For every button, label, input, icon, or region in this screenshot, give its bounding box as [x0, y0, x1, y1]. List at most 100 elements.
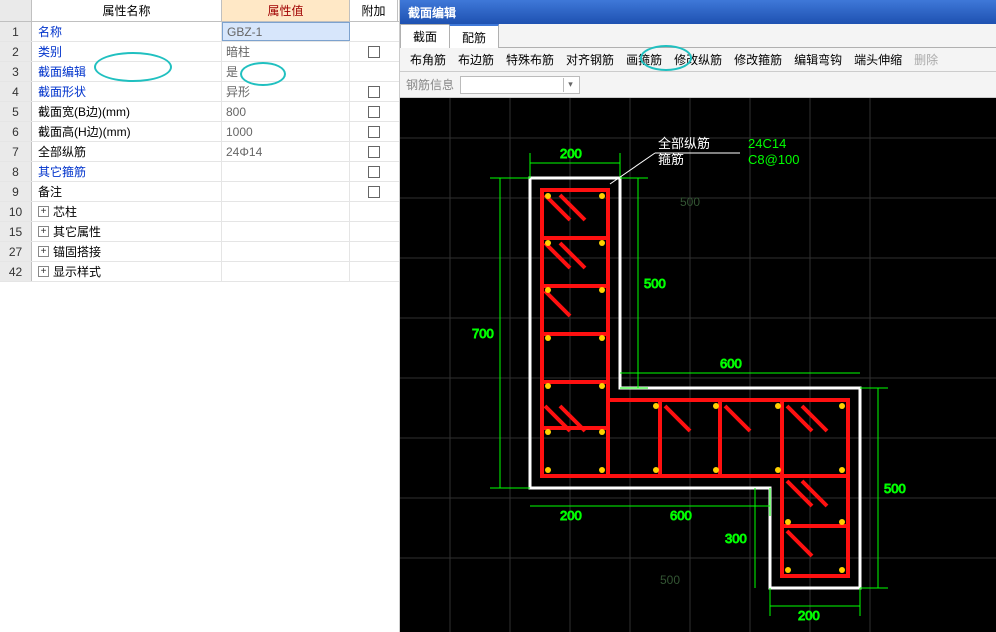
prop-value[interactable] — [222, 262, 350, 281]
tool-end-extend[interactable]: 端头伸缩 — [854, 51, 902, 68]
row-number: 27 — [0, 242, 32, 261]
prop-value[interactable]: 是 — [222, 62, 350, 81]
svg-text:24C14: 24C14 — [748, 136, 786, 151]
prop-name: 截面形状 — [32, 82, 222, 101]
property-row[interactable]: 5截面宽(B边)(mm)800 — [0, 102, 399, 122]
tool-corner-bar[interactable]: 布角筋 — [410, 51, 446, 68]
prop-name: 类别 — [32, 42, 222, 61]
prop-extra — [350, 242, 398, 261]
checkbox[interactable] — [368, 186, 380, 198]
faint-dim-b: 500 — [660, 573, 680, 587]
prop-extra — [350, 222, 398, 241]
col-name-header: 属性名称 — [32, 0, 222, 21]
property-row[interactable]: 8其它箍筋 — [0, 162, 399, 182]
property-row[interactable]: 10+芯柱 — [0, 202, 399, 222]
checkbox[interactable] — [368, 126, 380, 138]
prop-value[interactable]: 800 — [222, 102, 350, 121]
prop-name: 全部纵筋 — [32, 142, 222, 161]
prop-extra — [350, 62, 398, 81]
checkbox[interactable] — [368, 46, 380, 58]
section-canvas[interactable]: 200 500 600 700 200 600 300 — [400, 98, 996, 632]
svg-text:600: 600 — [720, 356, 742, 371]
rebar-info-label: 钢筋信息 — [406, 76, 454, 93]
prop-name: 备注 — [32, 182, 222, 201]
prop-value[interactable]: GBZ-1 — [222, 22, 350, 41]
property-row[interactable]: 4截面形状异形 — [0, 82, 399, 102]
tool-draw-stirrup[interactable]: 画箍筋 — [626, 51, 662, 68]
property-row[interactable]: 6截面高(H边)(mm)1000 — [0, 122, 399, 142]
svg-text:300: 300 — [725, 531, 747, 546]
checkbox[interactable] — [368, 146, 380, 158]
prop-extra — [350, 142, 398, 161]
faint-dim-a: 500 — [680, 195, 700, 209]
prop-value[interactable] — [222, 202, 350, 221]
svg-text:全部纵筋: 全部纵筋 — [658, 136, 710, 151]
prop-name: +显示样式 — [32, 262, 222, 281]
checkbox[interactable] — [368, 106, 380, 118]
tool-modify-stirrup[interactable]: 修改箍筋 — [734, 51, 782, 68]
row-number: 2 — [0, 42, 32, 61]
property-row[interactable]: 42+显示样式 — [0, 262, 399, 282]
hooks — [545, 195, 827, 556]
tool-edge-bar[interactable]: 布边筋 — [458, 51, 494, 68]
row-number: 3 — [0, 62, 32, 81]
tab-section[interactable]: 截面 — [400, 24, 450, 48]
prop-name: 截面编辑 — [32, 62, 222, 81]
row-number: 1 — [0, 22, 32, 41]
editor-tabs: 截面 配筋 — [400, 24, 996, 48]
prop-value[interactable]: 24Φ14 — [222, 142, 350, 161]
prop-name: 截面高(H边)(mm) — [32, 122, 222, 141]
expand-icon[interactable]: + — [38, 246, 49, 257]
tool-delete[interactable]: 删除 — [914, 51, 938, 68]
expand-icon[interactable]: + — [38, 226, 49, 237]
property-row[interactable]: 9备注 — [0, 182, 399, 202]
property-row[interactable]: 27+锚固搭接 — [0, 242, 399, 262]
checkbox[interactable] — [368, 86, 380, 98]
checkbox[interactable] — [368, 166, 380, 178]
rebar-info-dropdown[interactable]: ▾ — [460, 76, 580, 94]
svg-text:500: 500 — [644, 276, 666, 291]
prop-value[interactable] — [222, 242, 350, 261]
tool-edit-hook[interactable]: 编辑弯钩 — [794, 51, 842, 68]
prop-extra — [350, 82, 398, 101]
svg-text:200: 200 — [798, 608, 820, 623]
tool-align-bar[interactable]: 对齐钢筋 — [566, 51, 614, 68]
svg-text:200: 200 — [560, 146, 582, 161]
expand-icon[interactable]: + — [38, 206, 49, 217]
row-number: 6 — [0, 122, 32, 141]
prop-extra — [350, 122, 398, 141]
editor-title-bar: 截面编辑 — [400, 0, 996, 24]
row-number: 15 — [0, 222, 32, 241]
editor-toolbar: 布角筋 布边筋 特殊布筋 对齐钢筋 画箍筋 修改纵筋 修改箍筋 编辑弯钩 端头伸… — [400, 48, 996, 72]
svg-text:C8@100: C8@100 — [748, 152, 800, 167]
property-row[interactable]: 3截面编辑是 — [0, 62, 399, 82]
prop-extra — [350, 22, 398, 41]
prop-value[interactable] — [222, 182, 350, 201]
prop-value[interactable]: 暗柱 — [222, 42, 350, 61]
prop-value[interactable]: 异形 — [222, 82, 350, 101]
tool-modify-long[interactable]: 修改纵筋 — [674, 51, 722, 68]
prop-extra — [350, 182, 398, 201]
property-row[interactable]: 7全部纵筋24Φ14 — [0, 142, 399, 162]
expand-icon[interactable]: + — [38, 266, 49, 277]
prop-name: +其它属性 — [32, 222, 222, 241]
row-number: 42 — [0, 262, 32, 281]
rebar-info-bar: 钢筋信息 ▾ — [400, 72, 996, 98]
property-row[interactable]: 1名称GBZ-1 — [0, 22, 399, 42]
row-number: 10 — [0, 202, 32, 221]
prop-value[interactable] — [222, 222, 350, 241]
dimensions: 200 500 600 700 200 600 300 — [472, 146, 906, 623]
tab-rebar[interactable]: 配筋 — [449, 24, 499, 48]
prop-value[interactable] — [222, 162, 350, 181]
prop-extra — [350, 162, 398, 181]
property-row[interactable]: 15+其它属性 — [0, 222, 399, 242]
prop-value[interactable]: 1000 — [222, 122, 350, 141]
prop-extra — [350, 42, 398, 61]
col-extra-header: 附加 — [350, 0, 398, 21]
prop-name: 其它箍筋 — [32, 162, 222, 181]
prop-name: 截面宽(B边)(mm) — [32, 102, 222, 121]
prop-name: +锚固搭接 — [32, 242, 222, 261]
property-table-header: 属性名称 属性值 附加 — [0, 0, 399, 22]
tool-special-bar[interactable]: 特殊布筋 — [506, 51, 554, 68]
property-row[interactable]: 2类别暗柱 — [0, 42, 399, 62]
